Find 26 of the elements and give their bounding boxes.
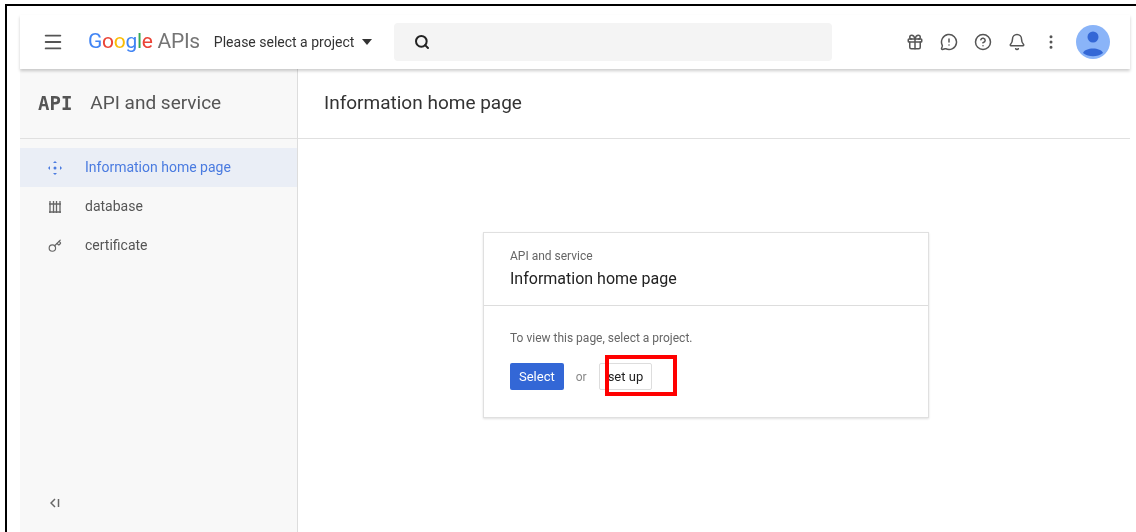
card-message: To view this page, select a project.	[510, 330, 694, 347]
avatar-icon[interactable]	[1076, 25, 1110, 59]
search-icon	[414, 34, 431, 50]
feedback-icon[interactable]	[940, 33, 958, 51]
project-picker[interactable]: Please select a project	[213, 31, 373, 53]
nav-item[interactable]: certificate	[20, 226, 297, 265]
columns-icon	[48, 199, 62, 214]
google-apis-logo[interactable]: Google APIs	[88, 26, 200, 58]
card-title: Information home page	[510, 268, 678, 290]
caret-icon	[362, 39, 373, 45]
gift-icon[interactable]	[906, 33, 924, 51]
bell-icon[interactable]	[1008, 33, 1026, 51]
search-field[interactable]	[394, 23, 833, 61]
set-up-button[interactable]: set up	[598, 363, 653, 390]
select-button[interactable]: Select	[510, 363, 564, 390]
sidebar-title: API and service	[90, 90, 222, 117]
api-logo-text: API	[38, 91, 73, 117]
nav-item[interactable]: database	[20, 187, 297, 226]
or-label: or	[575, 368, 587, 386]
collapse-icon[interactable]	[50, 498, 60, 508]
nav-item[interactable]: Information home page	[20, 148, 297, 187]
card-eyebrow: API and service	[510, 248, 594, 265]
diamond-dots-icon	[47, 159, 63, 176]
page-title: Information home page	[324, 90, 522, 117]
help-icon[interactable]	[974, 33, 992, 51]
key-icon	[48, 238, 62, 253]
